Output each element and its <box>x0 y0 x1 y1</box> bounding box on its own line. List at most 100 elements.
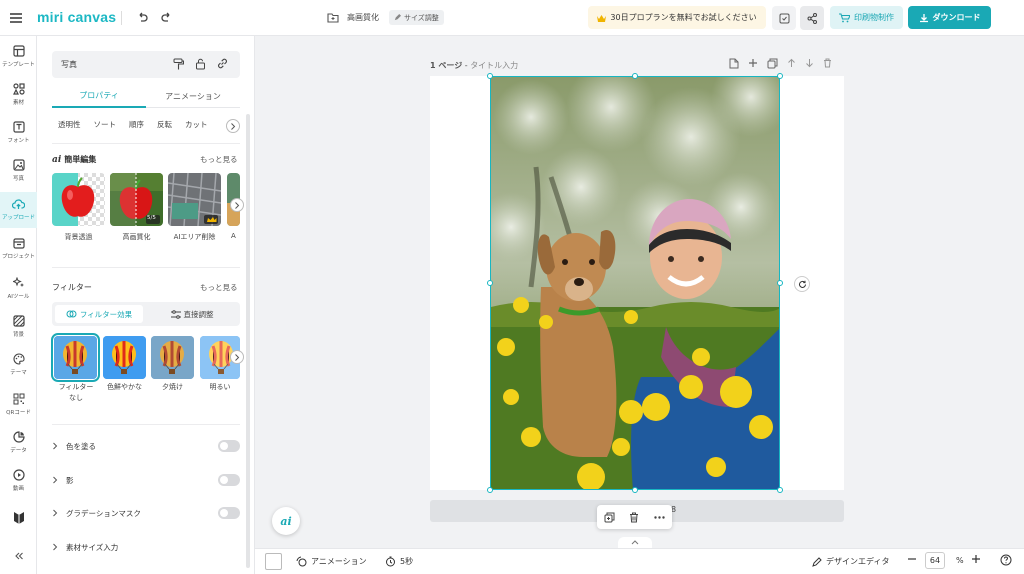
rail-label: 背景 <box>12 331 24 338</box>
duplicate-icon[interactable] <box>604 512 615 523</box>
expander-shadow[interactable]: 影 <box>52 471 240 489</box>
quick-edit-upscale[interactable]: 5/5 <box>110 173 163 226</box>
gradient-mask-toggle[interactable] <box>218 507 240 519</box>
tab-properties[interactable]: プロパティ <box>52 84 146 108</box>
panel-scrollbar[interactable] <box>246 114 250 568</box>
promo-banner[interactable]: 30日プロプランを無料でお試しください <box>588 6 766 29</box>
resize-handle-bottom-left[interactable] <box>487 487 493 493</box>
animation-button[interactable]: アニメーション <box>296 556 367 567</box>
quick-edit-remove-bg[interactable] <box>52 173 105 226</box>
page-thumbnail[interactable] <box>265 553 282 570</box>
filter-effect-option[interactable]: フィルター効果 <box>55 305 143 323</box>
link-icon[interactable] <box>217 58 228 70</box>
filter-vivid-thumb[interactable] <box>103 336 146 379</box>
zoom-input[interactable]: 64 <box>925 552 945 569</box>
resize-handle-right[interactable] <box>777 280 783 286</box>
undo-icon[interactable] <box>134 10 150 26</box>
rail-item-font[interactable]: フォント <box>0 114 37 150</box>
rail-item-data[interactable]: データ <box>0 424 37 460</box>
print-button[interactable]: 印刷物制作 <box>830 6 903 29</box>
rotate-handle[interactable] <box>794 276 810 292</box>
duration-button[interactable]: 5秒 <box>385 556 413 567</box>
resize-handle-bottom[interactable] <box>632 487 638 493</box>
zoom-in-button[interactable] <box>971 554 981 564</box>
duplicate-page-icon[interactable] <box>767 58 778 69</box>
folder-icon[interactable] <box>326 10 340 24</box>
quick-edit-more-link[interactable]: もっと見る <box>200 154 238 165</box>
design-editor-button[interactable]: デザインエディタ <box>812 556 889 567</box>
hamburger-menu-icon[interactable] <box>8 10 24 26</box>
quick-edit-next-button[interactable] <box>230 198 244 212</box>
resize-handle-left[interactable] <box>487 280 493 286</box>
note-icon[interactable] <box>729 58 739 69</box>
more-options-icon[interactable] <box>654 515 665 519</box>
rail-item-brand[interactable] <box>0 500 37 536</box>
background-icon <box>12 314 25 327</box>
add-page-icon[interactable] <box>748 58 758 69</box>
rail-label: プロジェクト <box>1 253 35 260</box>
subtab-flip[interactable]: 反転 <box>157 119 172 130</box>
rail-label: QRコード <box>6 409 31 416</box>
filter-more-link[interactable]: もっと見る <box>200 282 238 293</box>
resize-handle-top-right[interactable] <box>777 73 783 79</box>
delete-page-icon[interactable] <box>823 58 832 69</box>
rail-item-qr[interactable]: QRコード <box>0 386 37 422</box>
rail-item-ai-tools[interactable]: AIツール <box>0 270 37 306</box>
subtabs-next-button[interactable] <box>226 119 240 133</box>
bottom-panel-toggle[interactable] <box>618 537 652 548</box>
app-logo[interactable]: miri canvas <box>37 9 116 25</box>
help-button[interactable] <box>1000 554 1012 566</box>
subtab-transparency[interactable]: 透明性 <box>58 119 81 130</box>
filter-sunset-thumb[interactable] <box>151 336 194 379</box>
video-icon <box>12 468 25 481</box>
expander-size-input[interactable]: 素材サイズ入力 <box>52 538 240 556</box>
pen-icon <box>812 556 822 567</box>
rail-item-theme[interactable]: テーマ <box>0 346 37 382</box>
fill-color-toggle[interactable] <box>218 440 240 452</box>
selected-photo[interactable] <box>490 76 780 490</box>
direct-adjust-option[interactable]: 直接調整 <box>148 305 236 323</box>
filter-label: 明るい <box>209 383 231 391</box>
brand-kit-icon <box>13 511 25 525</box>
resize-handle-top-left[interactable] <box>487 73 493 79</box>
subtab-sort[interactable]: ソート <box>94 119 117 130</box>
tab-animation[interactable]: アニメーション <box>146 84 240 108</box>
move-up-icon[interactable] <box>787 58 796 69</box>
paint-roller-icon[interactable] <box>173 58 184 70</box>
rail-item-background[interactable]: 背景 <box>0 308 37 344</box>
file-name[interactable]: 高画質化 <box>347 12 379 23</box>
page-title-input[interactable]: タイトル入力 <box>470 61 518 70</box>
shadow-toggle[interactable] <box>218 474 240 486</box>
trash-icon[interactable] <box>629 512 639 523</box>
rail-item-upload[interactable]: アップロード <box>0 192 37 228</box>
resize-handle-top[interactable] <box>632 73 638 79</box>
zoom-out-button[interactable] <box>907 554 917 564</box>
rail-item-photo[interactable]: 写真 <box>0 152 37 188</box>
subtab-cut[interactable]: カット <box>185 119 208 130</box>
save-icon <box>779 13 790 24</box>
pencil-icon <box>394 14 401 21</box>
lock-icon[interactable] <box>195 58 206 70</box>
rail-item-project[interactable]: プロジェクト <box>0 230 37 266</box>
elements-icon <box>12 82 25 95</box>
expander-fill-color[interactable]: 色を塗る <box>52 437 240 455</box>
rail-label: 写真 <box>12 175 24 182</box>
redo-icon[interactable] <box>159 10 175 26</box>
rail-item-video[interactable]: 動画 <box>0 462 37 498</box>
filter-next-button[interactable] <box>230 350 244 364</box>
download-button[interactable]: ダウンロード <box>908 6 991 29</box>
quick-edit-ai-erase[interactable] <box>168 173 221 226</box>
filter-none-thumb[interactable] <box>51 333 100 382</box>
move-down-icon[interactable] <box>805 58 814 69</box>
collapse-rail-button[interactable] <box>0 538 37 574</box>
resize-chip[interactable]: サイズ調整 <box>389 10 444 25</box>
chevron-right-icon <box>52 476 66 484</box>
share-button[interactable] <box>800 6 824 30</box>
expander-gradient-mask[interactable]: グラデーションマスク <box>52 504 240 522</box>
subtab-order[interactable]: 順序 <box>129 119 144 130</box>
ai-assistant-button[interactable]: ai <box>272 507 300 535</box>
resize-handle-bottom-right[interactable] <box>777 487 783 493</box>
rail-item-elements[interactable]: 素材 <box>0 76 37 112</box>
save-status-button[interactable] <box>772 6 796 30</box>
rail-item-template[interactable]: テンプレート <box>0 38 37 74</box>
